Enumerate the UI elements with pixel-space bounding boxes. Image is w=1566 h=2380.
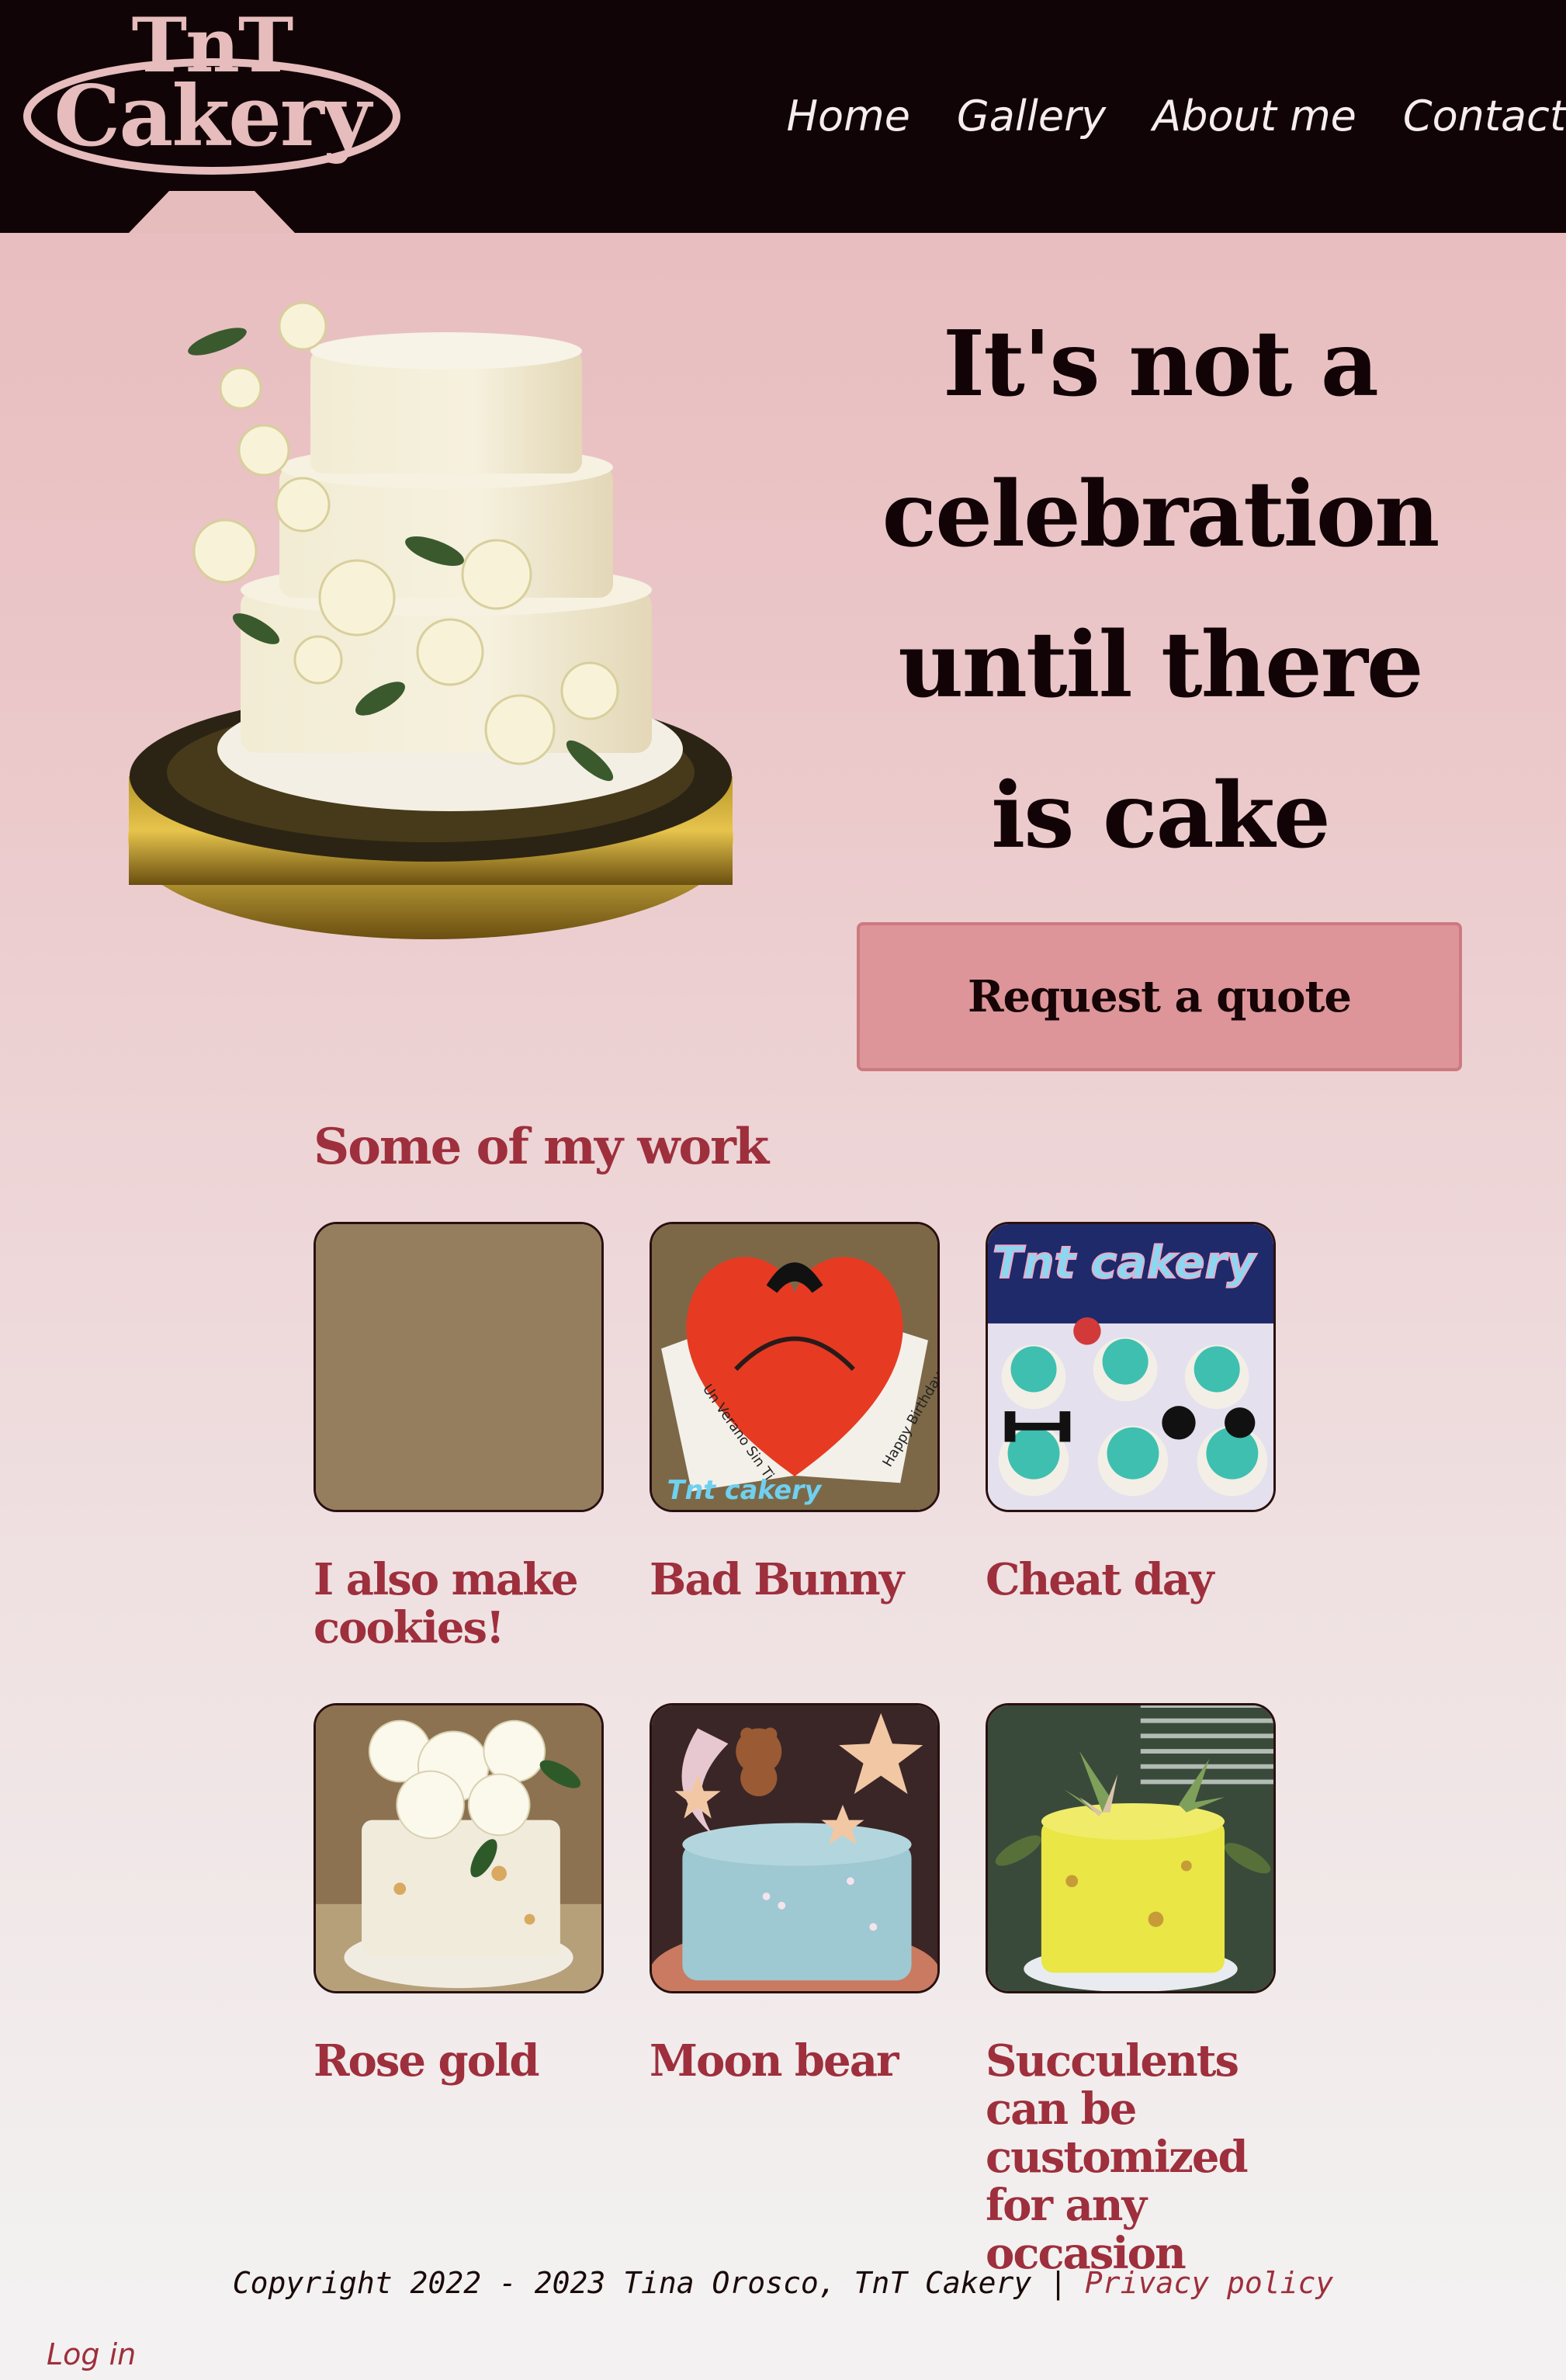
nav-contact[interactable]: Contact xyxy=(1403,84,1566,149)
gallery-item-cheat-day[interactable]: Tnt cakery Cheat day xyxy=(986,1222,1276,1604)
logo-link[interactable]: TnT Cakery xyxy=(22,3,402,233)
hero-title: It's not a celebration until there is ca… xyxy=(882,311,1440,869)
gallery-heading: Some of my work xyxy=(314,1118,769,1176)
gallery-item-rose-gold[interactable]: Rose gold xyxy=(314,1703,604,2085)
gallery-item-bad-bunny[interactable]: Tnt cakery Un Verano Sin Ti Happy Birthd… xyxy=(650,1222,940,1604)
hero-cake-image xyxy=(124,295,737,1056)
gallery-caption: I also make cookies! xyxy=(314,1554,579,1653)
bad-bunny-thumb-brand: Tnt cakery xyxy=(667,1475,823,1505)
gallery-item-cookies[interactable]: I also make cookies! xyxy=(314,1222,604,1652)
gallery-caption: Rose gold xyxy=(314,2035,539,2087)
copyright-text: Copyright 2022 - 2023 Tina Orosco, TnT C… xyxy=(232,2266,1085,2300)
nav-gallery[interactable]: Gallery xyxy=(957,84,1106,149)
gallery-item-succulents[interactable]: Succulents can be customized for any occ… xyxy=(986,1703,1276,2278)
gallery-thumb-rose-gold[interactable] xyxy=(314,1703,604,1993)
nav-about-me[interactable]: About me xyxy=(1152,84,1356,149)
gallery-item-moon-bear[interactable]: Moon bear xyxy=(650,1703,940,2085)
gallery-caption: Bad Bunny xyxy=(650,1554,904,1605)
logo-text-cakery: Cakery xyxy=(54,68,371,165)
main-nav: Home Gallery About me Contact xyxy=(786,84,1566,149)
gallery-thumb-cookies[interactable] xyxy=(314,1222,604,1512)
gallery-caption: Moon bear xyxy=(650,2035,899,2087)
request-quote-button[interactable]: Request a quote xyxy=(857,922,1462,1071)
site-footer: Copyright 2022 - 2023 Tina Orosco, TnT C… xyxy=(0,2256,1566,2310)
gallery-thumb-succulents[interactable] xyxy=(986,1703,1276,1993)
privacy-policy-link[interactable]: Privacy policy xyxy=(1085,2266,1333,2300)
gallery-thumb-cheat-day[interactable]: Tnt cakery xyxy=(986,1222,1276,1512)
nav-home[interactable]: Home xyxy=(786,84,909,149)
gallery-thumb-moon-bear[interactable] xyxy=(650,1703,940,1993)
login-link[interactable]: Log in xyxy=(47,2329,136,2380)
gallery-caption: Cheat day xyxy=(986,1554,1214,1605)
gallery-thumb-bad-bunny[interactable]: Tnt cakery Un Verano Sin Ti Happy Birthd… xyxy=(650,1222,940,1512)
site-header: TnT Cakery Home Gallery About me Contact xyxy=(0,0,1566,233)
cheat-day-thumb-brand: Tnt cakery xyxy=(993,1237,1258,1289)
gallery-caption: Succulents can be customized for any occ… xyxy=(986,2035,1249,2279)
